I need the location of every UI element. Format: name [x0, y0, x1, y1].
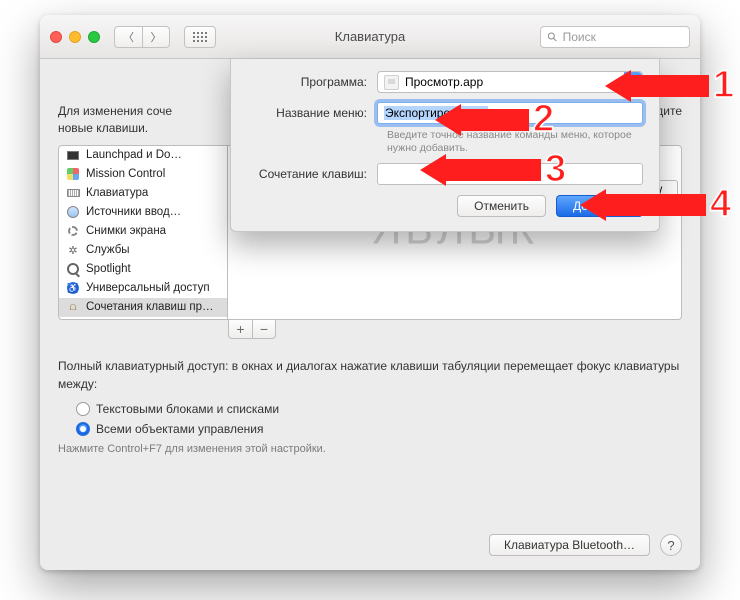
help-button[interactable]: ? — [660, 534, 682, 556]
app-icon — [384, 75, 399, 90]
globe-icon — [67, 206, 79, 218]
control-f7-note: Нажмите Control+F7 для изменения этой на… — [58, 443, 682, 455]
sidebar-item-label: Сочетания клавиш пр… — [86, 301, 214, 313]
arrow-left-icon — [420, 154, 446, 186]
radio-group: Текстовыми блоками и списками Всеми объе… — [76, 399, 682, 439]
chevron-left-icon: 〈 — [123, 29, 134, 45]
back-button[interactable]: 〈 — [114, 26, 142, 48]
chevron-right-icon: 〉 — [151, 29, 162, 45]
launchpad-icon — [67, 151, 79, 160]
shortcut-label: Сочетание клавиш: — [247, 167, 377, 181]
nav-buttons: 〈 〉 — [114, 26, 170, 48]
minimize-window-button[interactable] — [69, 31, 81, 43]
annotation-1: 1 — [605, 64, 734, 107]
footer: Клавиатура Bluetooth… ? — [489, 534, 682, 556]
annotation-4: 4 — [580, 183, 731, 226]
search-icon — [547, 31, 558, 43]
category-list[interactable]: Launchpad и Do… Mission Control Клавиату… — [58, 145, 228, 320]
program-value: Просмотр.app — [405, 75, 483, 89]
annotation-3: 3 — [420, 148, 566, 191]
sidebar-item-app-shortcuts[interactable]: ⩍ Сочетания клавиш пр… — [59, 298, 227, 317]
keyboard-icon — [67, 189, 80, 197]
menu-title-label: Название меню: — [247, 106, 377, 120]
sidebar-item-spotlight[interactable]: Spotlight — [59, 260, 227, 279]
full-keyboard-access-text: Полный клавиатурный доступ: в окнах и ди… — [58, 357, 682, 393]
radio-all-controls[interactable]: Всеми объектами управления — [76, 419, 682, 439]
sidebar-item-label: Клавиатура — [86, 187, 148, 199]
annotation-number: 2 — [533, 98, 554, 141]
program-label: Программа: — [247, 75, 377, 89]
sidebar-item-label: Источники ввод… — [86, 206, 181, 218]
radio-icon — [76, 402, 90, 416]
arrow-left-icon — [580, 189, 606, 221]
arrow-left-icon — [435, 104, 461, 136]
preferences-window: 〈 〉 Клавиатура Кла Для изменения соче вв… — [40, 15, 700, 570]
search-input[interactable] — [563, 30, 683, 44]
grid-icon — [193, 32, 207, 42]
radio-icon — [76, 422, 90, 436]
forward-button[interactable]: 〉 — [142, 26, 170, 48]
sidebar-item-label: Универсальный доступ — [86, 282, 210, 294]
mission-control-icon — [67, 168, 79, 180]
add-remove-buttons: + − — [228, 319, 682, 339]
add-button[interactable]: + — [228, 319, 252, 339]
gear-icon: ✲ — [66, 243, 80, 257]
zoom-window-button[interactable] — [88, 31, 100, 43]
close-window-button[interactable] — [50, 31, 62, 43]
sidebar-item-label: Mission Control — [86, 168, 165, 180]
sidebar-item-services[interactable]: ✲ Службы — [59, 241, 227, 260]
annotation-2: 2 — [435, 98, 554, 141]
sidebar-item-launchpad[interactable]: Launchpad и Do… — [59, 146, 227, 165]
app-shortcuts-icon: ⩍ — [66, 300, 80, 314]
radio-label: Всеми объектами управления — [96, 422, 263, 436]
annotation-number: 1 — [713, 64, 734, 107]
search-field[interactable] — [540, 26, 690, 48]
bluetooth-keyboard-button[interactable]: Клавиатура Bluetooth… — [489, 534, 650, 556]
traffic-lights — [50, 31, 100, 43]
accessibility-icon: ♿ — [67, 282, 79, 294]
spotlight-icon — [67, 263, 79, 275]
sidebar-item-input-sources[interactable]: Источники ввод… — [59, 203, 227, 222]
sidebar-item-accessibility[interactable]: ♿ Универсальный доступ — [59, 279, 227, 298]
cancel-button[interactable]: Отменить — [457, 195, 546, 217]
sidebar-item-label: Launchpad и Do… — [86, 149, 182, 161]
screenshot-icon — [68, 226, 78, 236]
titlebar: 〈 〉 Клавиатура — [40, 15, 700, 59]
program-popup[interactable]: Просмотр.app — [377, 71, 643, 93]
sidebar-item-label: Spotlight — [86, 263, 131, 275]
sidebar-item-label: Службы — [86, 244, 130, 256]
annotation-number: 4 — [710, 183, 731, 226]
arrow-left-icon — [605, 70, 631, 102]
remove-button[interactable]: − — [252, 319, 276, 339]
sidebar-item-keyboard[interactable]: Клавиатура — [59, 184, 227, 203]
show-all-button[interactable] — [184, 26, 216, 48]
radio-text-boxes[interactable]: Текстовыми блоками и списками — [76, 399, 682, 419]
sidebar-item-mission-control[interactable]: Mission Control — [59, 165, 227, 184]
radio-label: Текстовыми блоками и списками — [96, 402, 279, 416]
annotation-number: 3 — [545, 148, 566, 191]
sidebar-item-label: Снимки экрана — [86, 225, 166, 237]
sidebar-item-screenshots[interactable]: Снимки экрана — [59, 222, 227, 241]
